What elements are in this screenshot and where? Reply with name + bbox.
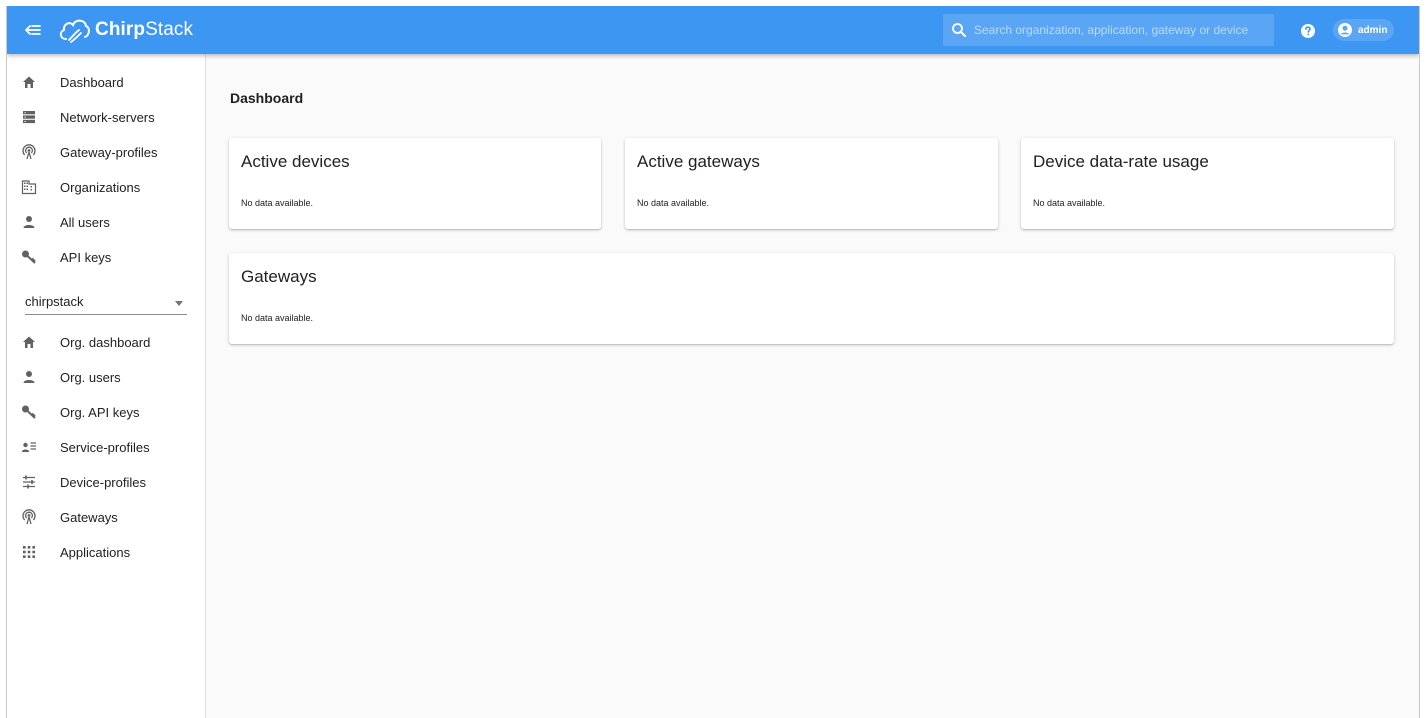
card-title: Gateways [241,267,317,286]
sidebar-item-organizations[interactable]: Organizations [7,170,206,205]
key-icon [21,249,37,265]
sidebar-item-applications[interactable]: Applications [7,535,206,570]
sidebar-item-label: Org. dashboard [60,335,151,350]
device-data-rate-usage-card: Device data-rate usage No data available… [1021,138,1394,229]
cloud-logo-icon [59,19,90,43]
chirpstack-logo[interactable]: ChirpStack [57,12,193,48]
sidebar-item-gateways[interactable]: Gateways [7,500,206,535]
top-app-bar: ChirpStack admin [7,6,1419,54]
radio-tower-icon [21,509,37,525]
sidebar-item-label: All users [60,215,110,230]
sidebar-item-label: Applications [60,545,131,560]
sidebar-item-label: Org. API keys [60,405,140,420]
card-empty-message: No data available. [1033,198,1106,208]
domain-icon [21,179,37,195]
account-circle-icon [1338,23,1352,37]
active-devices-card: Active devices No data available. [229,138,601,229]
key-icon [21,404,37,420]
sidebar-item-org-api-keys[interactable]: Org. API keys [7,395,206,430]
card-title: Active gateways [637,152,760,171]
server-icon [21,109,37,125]
main-content: Dashboard Active devices No data availab… [207,54,1419,718]
sidebar-item-label: Gateways [60,510,118,525]
card-title: Active devices [241,152,350,171]
card-empty-message: No data available. [241,313,314,323]
chevron-down-icon [175,301,183,306]
brand-name: ChirpStack [95,19,194,40]
apps-icon [21,544,37,560]
sidebar-item-label: Device-profiles [60,475,146,490]
sidebar-item-label: Gateway-profiles [60,145,158,160]
card-empty-message: No data available. [241,198,314,208]
sidebar-item-org-users[interactable]: Org. users [7,360,206,395]
sidebar-item-label: API keys [60,250,112,265]
help-icon[interactable] [1300,23,1316,39]
sidebar-item-dashboard[interactable]: Dashboard [7,65,206,100]
sidebar-item-gateway-profiles[interactable]: Gateway-profiles [7,135,206,170]
sidebar-item-network-servers[interactable]: Network-servers [7,100,206,135]
sidebar-item-all-users[interactable]: All users [7,205,206,240]
sidebar-item-label: Organizations [60,180,141,195]
sidebar-item-device-profiles[interactable]: Device-profiles [7,465,206,500]
sidebar-item-service-profiles[interactable]: Service-profiles [7,430,206,465]
radio-tower-icon [21,144,37,160]
account-details-icon [21,439,37,455]
account-icon [21,214,37,230]
user-name: admin [1358,24,1388,36]
gateways-map-card: Gateways No data available. [229,253,1394,344]
sidebar-item-label: Dashboard [60,75,124,90]
sidebar-item-api-keys[interactable]: API keys [7,240,206,275]
search-icon [952,23,966,37]
home-icon [21,74,37,90]
active-gateways-card: Active gateways No data available. [625,138,998,229]
tune-icon [21,474,37,490]
organization-select[interactable]: chirpstack [25,293,187,315]
app-window: ChirpStack admin [6,6,1420,718]
sidebar-item-org-dashboard[interactable]: Org. dashboard [7,325,206,360]
menu-collapse-icon[interactable] [21,18,45,42]
card-title: Device data-rate usage [1033,152,1209,171]
sidebar-item-label: Network-servers [60,110,155,125]
home-icon [21,334,37,350]
search-input[interactable] [974,23,1264,37]
sidebar: Dashboard Network-servers Gateway-profil… [7,54,206,718]
account-icon [21,369,37,385]
sidebar-item-label: Service-profiles [60,440,150,455]
card-empty-message: No data available. [637,198,710,208]
page-title: Dashboard [230,90,304,106]
sidebar-item-label: Org. users [60,370,121,385]
organization-select-value: chirpstack [25,294,84,309]
global-search[interactable] [943,14,1274,46]
user-menu-button[interactable]: admin [1333,19,1394,41]
